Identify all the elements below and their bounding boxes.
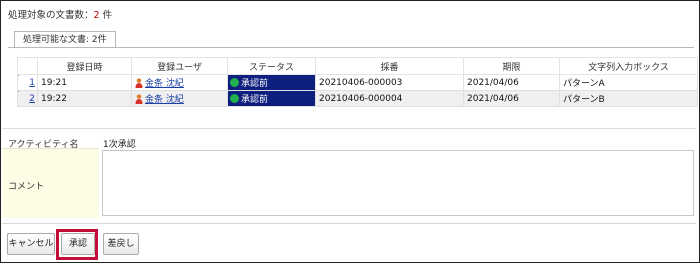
deadline-cell: 2021/04/06 xyxy=(463,90,560,107)
tab-processable-documents[interactable]: 処理可能な文書: 2件 xyxy=(14,31,116,48)
text-box-cell: パターンB xyxy=(559,90,698,107)
comment-label: コメント xyxy=(8,182,45,192)
serial-cell: 20210406-000004 xyxy=(315,90,464,107)
document-count-value: 2 xyxy=(93,10,100,21)
document-count-label: 処理対象の文書数： xyxy=(8,10,94,21)
user-cell: 金条 沈紀 xyxy=(131,90,228,107)
activity-name-value: 1次承認 xyxy=(103,140,136,150)
status-cell: 承認前 xyxy=(227,90,316,107)
cancel-button[interactable]: キャンセル xyxy=(7,233,55,255)
approve-button-highlight xyxy=(56,229,98,260)
person-icon xyxy=(135,94,143,104)
column-header-serial[interactable]: 採番 xyxy=(315,57,464,75)
column-header-date[interactable]: 登録日時 xyxy=(37,57,132,75)
document-count: 処理対象の文書数：2 件 xyxy=(8,7,112,21)
tab-divider xyxy=(8,47,694,48)
person-icon xyxy=(135,78,143,88)
flag-icon xyxy=(18,75,19,79)
deadline-cell: 2021/04/06 xyxy=(463,74,560,91)
table-row[interactable]: 2 19:22 金条 沈紀 承認前 20210406-000004 2021/0… xyxy=(17,90,698,107)
comment-textarea[interactable] xyxy=(102,150,694,216)
date-cell: 19:22 xyxy=(37,90,132,107)
button-bar-divider xyxy=(2,223,696,224)
status-cell: 承認前 xyxy=(227,74,316,91)
column-header-text-box[interactable]: 文字列入力ボックス xyxy=(559,57,698,75)
row-number-cell: 2 xyxy=(17,90,38,107)
status-dot-icon xyxy=(230,94,239,103)
column-header-deadline[interactable]: 期限 xyxy=(463,57,560,75)
column-header-user[interactable]: 登録ユーザ xyxy=(131,57,228,75)
user-link[interactable]: 金条 沈紀 xyxy=(145,79,184,89)
row-number-cell: 1 xyxy=(17,74,38,91)
serial-cell: 20210406-000003 xyxy=(315,74,464,91)
status-label: 承認前 xyxy=(241,79,269,89)
status-label: 承認前 xyxy=(241,95,269,105)
document-count-unit: 件 xyxy=(102,10,113,21)
user-cell: 金条 沈紀 xyxy=(131,74,228,91)
tab-label: 処理可能な文書: 2件 xyxy=(23,35,107,45)
flag-icon xyxy=(18,91,19,95)
column-header-status[interactable]: ステータス xyxy=(227,57,316,75)
section-divider xyxy=(2,128,696,129)
send-back-button[interactable]: 差戻し xyxy=(103,233,139,255)
date-cell: 19:21 xyxy=(37,74,132,91)
user-link[interactable]: 金条 沈紀 xyxy=(145,95,184,105)
status-dot-icon xyxy=(230,78,239,87)
row-number-link[interactable]: 1 xyxy=(29,78,35,88)
table-header-row: 登録日時 登録ユーザ ステータス 採番 期限 文字列入力ボックス xyxy=(17,57,698,75)
column-header-number xyxy=(17,57,38,75)
row-number-link[interactable]: 2 xyxy=(29,94,35,104)
table-row[interactable]: 1 19:21 金条 沈紀 承認前 20210406-000003 2021/0… xyxy=(17,74,698,91)
text-box-cell: パターンA xyxy=(559,74,698,91)
document-table: 登録日時 登録ユーザ ステータス 採番 期限 文字列入力ボックス 1 19:21… xyxy=(17,57,698,107)
